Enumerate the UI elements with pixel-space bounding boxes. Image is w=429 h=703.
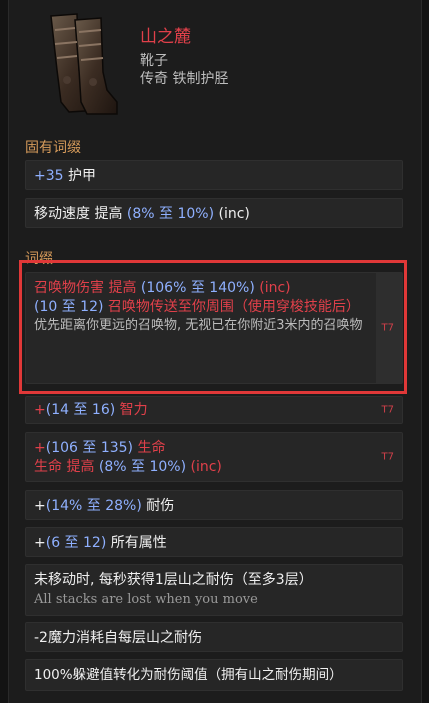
- explicit-section-title: 词缀: [25, 251, 53, 267]
- explicit-mod-intelligence: +(14 至 16) 智力 T7: [25, 396, 403, 424]
- implicit-mod-armor: +35 护甲: [25, 160, 403, 190]
- mod-text: 移动速度 提高: [34, 206, 127, 222]
- mod-text: -2魔力消耗自每层山之耐伤: [34, 630, 202, 646]
- boots-icon: [50, 13, 118, 115]
- implicit-section-title: 固有词缀: [25, 140, 81, 156]
- item-type: 靴子: [140, 53, 168, 69]
- mod-text: 护甲: [63, 168, 97, 184]
- mod-text: 100%躲避值转化为耐伤阈值（拥有山之耐伤期间）: [34, 667, 343, 683]
- mod-range: (8% 至 10%): [126, 206, 215, 222]
- mod-label: 召唤物伤害 提高: [34, 280, 141, 296]
- mod-text: 生命: [133, 440, 166, 456]
- tier-badge: T7: [381, 322, 394, 334]
- mod-prefix: +: [34, 402, 46, 418]
- mod-description: 优先距离你更远的召唤物, 无视已在你附近3米内的召唤物: [34, 318, 363, 333]
- mod-range: (8% 至 10%): [98, 459, 187, 475]
- tier-badge: T7: [381, 404, 394, 416]
- implicit-mod-movespeed: 移动速度 提高 (8% 至 10%) (inc): [25, 198, 403, 228]
- mod-range: (10 至 12): [34, 299, 104, 315]
- mod-text: 耐伤: [141, 498, 175, 514]
- item-name: 山之麓: [140, 27, 191, 47]
- explicit-mod-mana-cost: -2魔力消耗自每层山之耐伤: [25, 622, 403, 652]
- explicit-mod-life: +(106 至 135) 生命 生命 提高 (8% 至 10%) (inc) T…: [25, 432, 403, 482]
- mod-suffix: (inc): [254, 280, 291, 296]
- mod-prefix: +: [34, 498, 46, 514]
- mod-prefix: +: [34, 535, 46, 551]
- mod-prefix: +: [34, 440, 46, 456]
- item-tooltip: 山之麓 靴子 传奇 铁制护胫 固有词缀 +35 护甲 移动速度 提高 (8% 至…: [8, 0, 422, 703]
- mod-text: 召唤物传送至你周围（使用穿梭技能后）: [103, 299, 360, 315]
- mod-range: (14 至 16): [45, 402, 116, 418]
- mod-range: (14% 至 28%): [45, 498, 142, 514]
- explicit-mod-minion-damage: 召唤物伤害 提高 (106% 至 140%) (inc) (10 至 12) 召…: [25, 272, 403, 384]
- mod-range: (106 至 135): [45, 440, 134, 456]
- mod-subtext: All stacks are lost when you move: [34, 592, 258, 607]
- mod-range: (106% 至 140%): [140, 280, 255, 296]
- item-rarity: 传奇 铁制护胫: [140, 71, 229, 87]
- tier-badge: T7: [381, 451, 394, 463]
- explicit-mod-evasion-conversion: 100%躲避值转化为耐伤阈值（拥有山之耐伤期间）: [25, 659, 403, 691]
- mod-range: (6 至 12): [45, 535, 107, 551]
- mod-label: 生命 提高: [34, 459, 99, 475]
- mod-plus: +: [34, 168, 46, 184]
- mod-text: 所有属性: [106, 535, 167, 551]
- explicit-mod-ailment-threshold: +(14% 至 28%) 耐伤: [25, 490, 403, 520]
- mod-suffix: (inc): [214, 206, 250, 222]
- mod-suffix: (inc): [186, 459, 222, 475]
- explicit-mod-stacks: 未移动时, 每秒获得1层山之耐伤（至多3层） All stacks are lo…: [25, 564, 403, 616]
- explicit-mod-all-attributes: +(6 至 12) 所有属性: [25, 527, 403, 557]
- mod-value: 35: [45, 168, 64, 184]
- mod-text: 智力: [115, 402, 148, 418]
- item-header: 山之麓 靴子 传奇 铁制护胫: [9, 0, 421, 130]
- mod-text: 未移动时, 每秒获得1层山之耐伤（至多3层）: [34, 572, 313, 588]
